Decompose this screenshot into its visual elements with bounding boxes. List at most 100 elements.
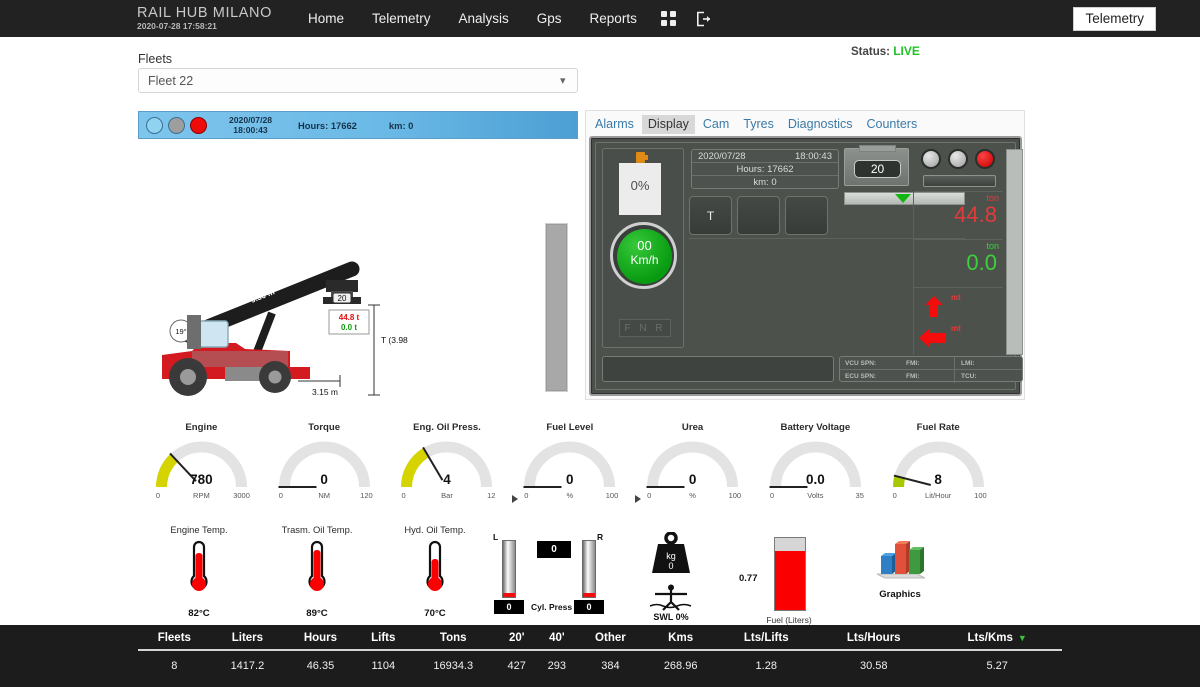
readout-divider-3 bbox=[913, 287, 1003, 288]
thermometer-title: Trasm. Oil Temp. bbox=[258, 524, 376, 535]
display-info-km: km: 0 bbox=[753, 177, 776, 188]
brand-timestamp: 2020-07-28 17:58:21 bbox=[137, 21, 272, 32]
nav-link-home[interactable]: Home bbox=[294, 11, 358, 26]
grid-apps-icon[interactable] bbox=[651, 11, 686, 26]
tab-counters[interactable]: Counters bbox=[861, 115, 924, 134]
table-cell: 8 bbox=[138, 650, 211, 672]
cylinder-pressure-widget: L 0 0 R 0 Cyl. Press bbox=[487, 534, 623, 626]
gauge-dial: 780 bbox=[150, 439, 253, 491]
table-header-kms[interactable]: Kms bbox=[644, 630, 718, 650]
nav-link-analysis[interactable]: Analysis bbox=[445, 11, 523, 26]
load-actual-readout: ton 44.8 bbox=[913, 193, 1003, 226]
table-cell: 384 bbox=[577, 650, 644, 672]
display-mode-buttons: T bbox=[689, 196, 828, 235]
machine-bar-km: km: 0 bbox=[389, 120, 414, 131]
table-header-hours[interactable]: Hours bbox=[284, 630, 357, 650]
gauge-eng-oil-press: Eng. Oil Press. 4 0 Bar 12 bbox=[386, 422, 509, 502]
table-header-20[interactable]: 20' bbox=[497, 630, 537, 650]
fuel-tank-widget: 0.77 Fuel (Liters) bbox=[744, 537, 834, 627]
tab-display[interactable]: Display bbox=[642, 115, 695, 134]
table-header-lts-lifts[interactable]: Lts/Lifts bbox=[717, 630, 815, 650]
swl-widget: kg 0 SWL 0% bbox=[636, 532, 706, 628]
table-header-lts-hours[interactable]: Lts/Hours bbox=[815, 630, 932, 650]
table-cell: 268.96 bbox=[644, 650, 718, 672]
fuel-pump-icon bbox=[636, 152, 645, 163]
gauge-dial: 0 bbox=[518, 439, 621, 491]
gauge-torque: Torque 0 0 NM 120 bbox=[263, 422, 386, 502]
nav-link-telemetry[interactable]: Telemetry bbox=[358, 11, 445, 26]
current-page-chip[interactable]: Telemetry bbox=[1073, 7, 1156, 31]
tab-diagnostics[interactable]: Diagnostics bbox=[782, 115, 859, 134]
gauge-scale: 0 % 100 bbox=[518, 491, 621, 503]
table-header-liters[interactable]: Liters bbox=[211, 630, 285, 650]
table-row[interactable]: 81417.246.35110416934.3427293384268.961.… bbox=[138, 650, 1062, 672]
svg-text:19°: 19° bbox=[175, 327, 186, 336]
gauge-max: 120 bbox=[360, 491, 373, 500]
machine-summary-bar[interactable]: 2020/07/28 18:00:43 Hours: 17662 km: 0 bbox=[138, 111, 578, 139]
tab-cam[interactable]: Cam bbox=[697, 115, 735, 134]
logout-icon[interactable] bbox=[686, 11, 721, 27]
load-chart-vertical-bar bbox=[546, 224, 567, 391]
nav-link-reports[interactable]: Reports bbox=[576, 11, 651, 26]
display-info-box: 2020/07/28 18:00:43 Hours: 17662 km: 0 bbox=[691, 149, 839, 189]
table-header-other[interactable]: Other bbox=[577, 630, 644, 650]
screen-inner: 0% 00 Km/h F N R 2020/07/28 18:00:43 bbox=[595, 142, 1016, 390]
graphics-button[interactable]: Graphics bbox=[860, 538, 940, 600]
table-header-fleets[interactable]: Fleets bbox=[138, 630, 211, 650]
table-cell: 46.35 bbox=[284, 650, 357, 672]
fleets-select[interactable]: Fleet 22 bbox=[138, 68, 578, 93]
gauge-scale: 0 RPM 3000 bbox=[150, 491, 253, 503]
machine-bar-date: 2020/07/28 bbox=[229, 115, 272, 125]
mode-button-2[interactable] bbox=[737, 196, 780, 235]
table-header-40[interactable]: 40' bbox=[537, 630, 577, 650]
table-header-lts-kms[interactable]: Lts/Kms▼ bbox=[932, 630, 1062, 650]
thermometer-hyd-oil-temp: Hyd. Oil Temp. 70°C bbox=[376, 524, 494, 624]
machine-bar-datetime: 2020/07/28 18:00:43 bbox=[229, 115, 272, 135]
gauge-title: Torque bbox=[263, 422, 386, 433]
table-cell: 427 bbox=[497, 650, 537, 672]
gauge-value: 0.0 bbox=[764, 472, 867, 487]
gauge-value: 0 bbox=[518, 472, 621, 487]
readout-divider-1 bbox=[913, 191, 1003, 192]
ecu-fmi-label: FMI: bbox=[906, 373, 954, 380]
top-navbar: RAIL HUB MILANO 2020-07-28 17:58:21 Home… bbox=[0, 0, 1200, 37]
spn-fault-box: VCU SPN: FMI: LMI: ECU SPN: FMI: TCU: bbox=[839, 356, 1023, 382]
spreader-head-icon: 20 bbox=[323, 280, 361, 304]
thermometer-trasm-oil-temp: Trasm. Oil Temp. 89°C bbox=[258, 524, 376, 624]
cyl-left-label: L bbox=[493, 532, 498, 542]
table-cell: 5.27 bbox=[932, 650, 1062, 672]
cyl-left-value: 0 bbox=[494, 600, 524, 614]
nav-links: Home Telemetry Analysis Gps Reports bbox=[294, 11, 721, 27]
mode-button-3[interactable] bbox=[785, 196, 828, 235]
mode-button-t[interactable]: T bbox=[689, 196, 732, 235]
gauge-unit: Volts bbox=[764, 491, 867, 500]
table-header-lifts[interactable]: Lifts bbox=[357, 630, 410, 650]
svg-text:T (3.98 m): T (3.98 m) bbox=[381, 335, 410, 345]
gauge-scale: 0 Lit/Hour 100 bbox=[887, 491, 990, 503]
weight-kg-icon: kg 0 bbox=[644, 532, 698, 576]
speed-readout: 00 Km/h bbox=[617, 238, 672, 267]
telemetry-tab-panel: Alarms Display Cam Tyres Diagnostics Cou… bbox=[585, 110, 1025, 400]
fuel-tank-body bbox=[774, 537, 806, 611]
svg-text:0: 0 bbox=[668, 561, 673, 571]
spreader-top-icon bbox=[859, 145, 896, 152]
table-header-tons[interactable]: Tons bbox=[410, 630, 497, 650]
gauge-unit: Bar bbox=[395, 491, 498, 500]
display-vertical-bar[interactable] bbox=[1006, 149, 1023, 355]
vcu-spn-label: VCU SPN: bbox=[840, 360, 906, 367]
gauge-title: Battery Voltage bbox=[754, 422, 877, 433]
thermometer-icon bbox=[300, 539, 334, 601]
arrow-left-icon bbox=[918, 326, 948, 355]
vcu-fmi-label: FMI: bbox=[906, 360, 954, 367]
display-info-time: 18:00:43 bbox=[795, 151, 832, 162]
led-red-icon bbox=[190, 117, 207, 134]
nav-link-gps[interactable]: Gps bbox=[523, 11, 576, 26]
gauge-dial: 0 bbox=[641, 439, 744, 491]
table-cell: 1417.2 bbox=[211, 650, 285, 672]
tab-alarms[interactable]: Alarms bbox=[589, 115, 640, 134]
table-cell: 30.58 bbox=[815, 650, 932, 672]
swl-label: SWL 0% bbox=[636, 612, 706, 622]
tab-tyres[interactable]: Tyres bbox=[737, 115, 780, 134]
machine-bar-time: 18:00:43 bbox=[229, 125, 272, 135]
stats-table-wrapper: FleetsLitersHoursLiftsTons20'40'OtherKms… bbox=[0, 625, 1200, 687]
